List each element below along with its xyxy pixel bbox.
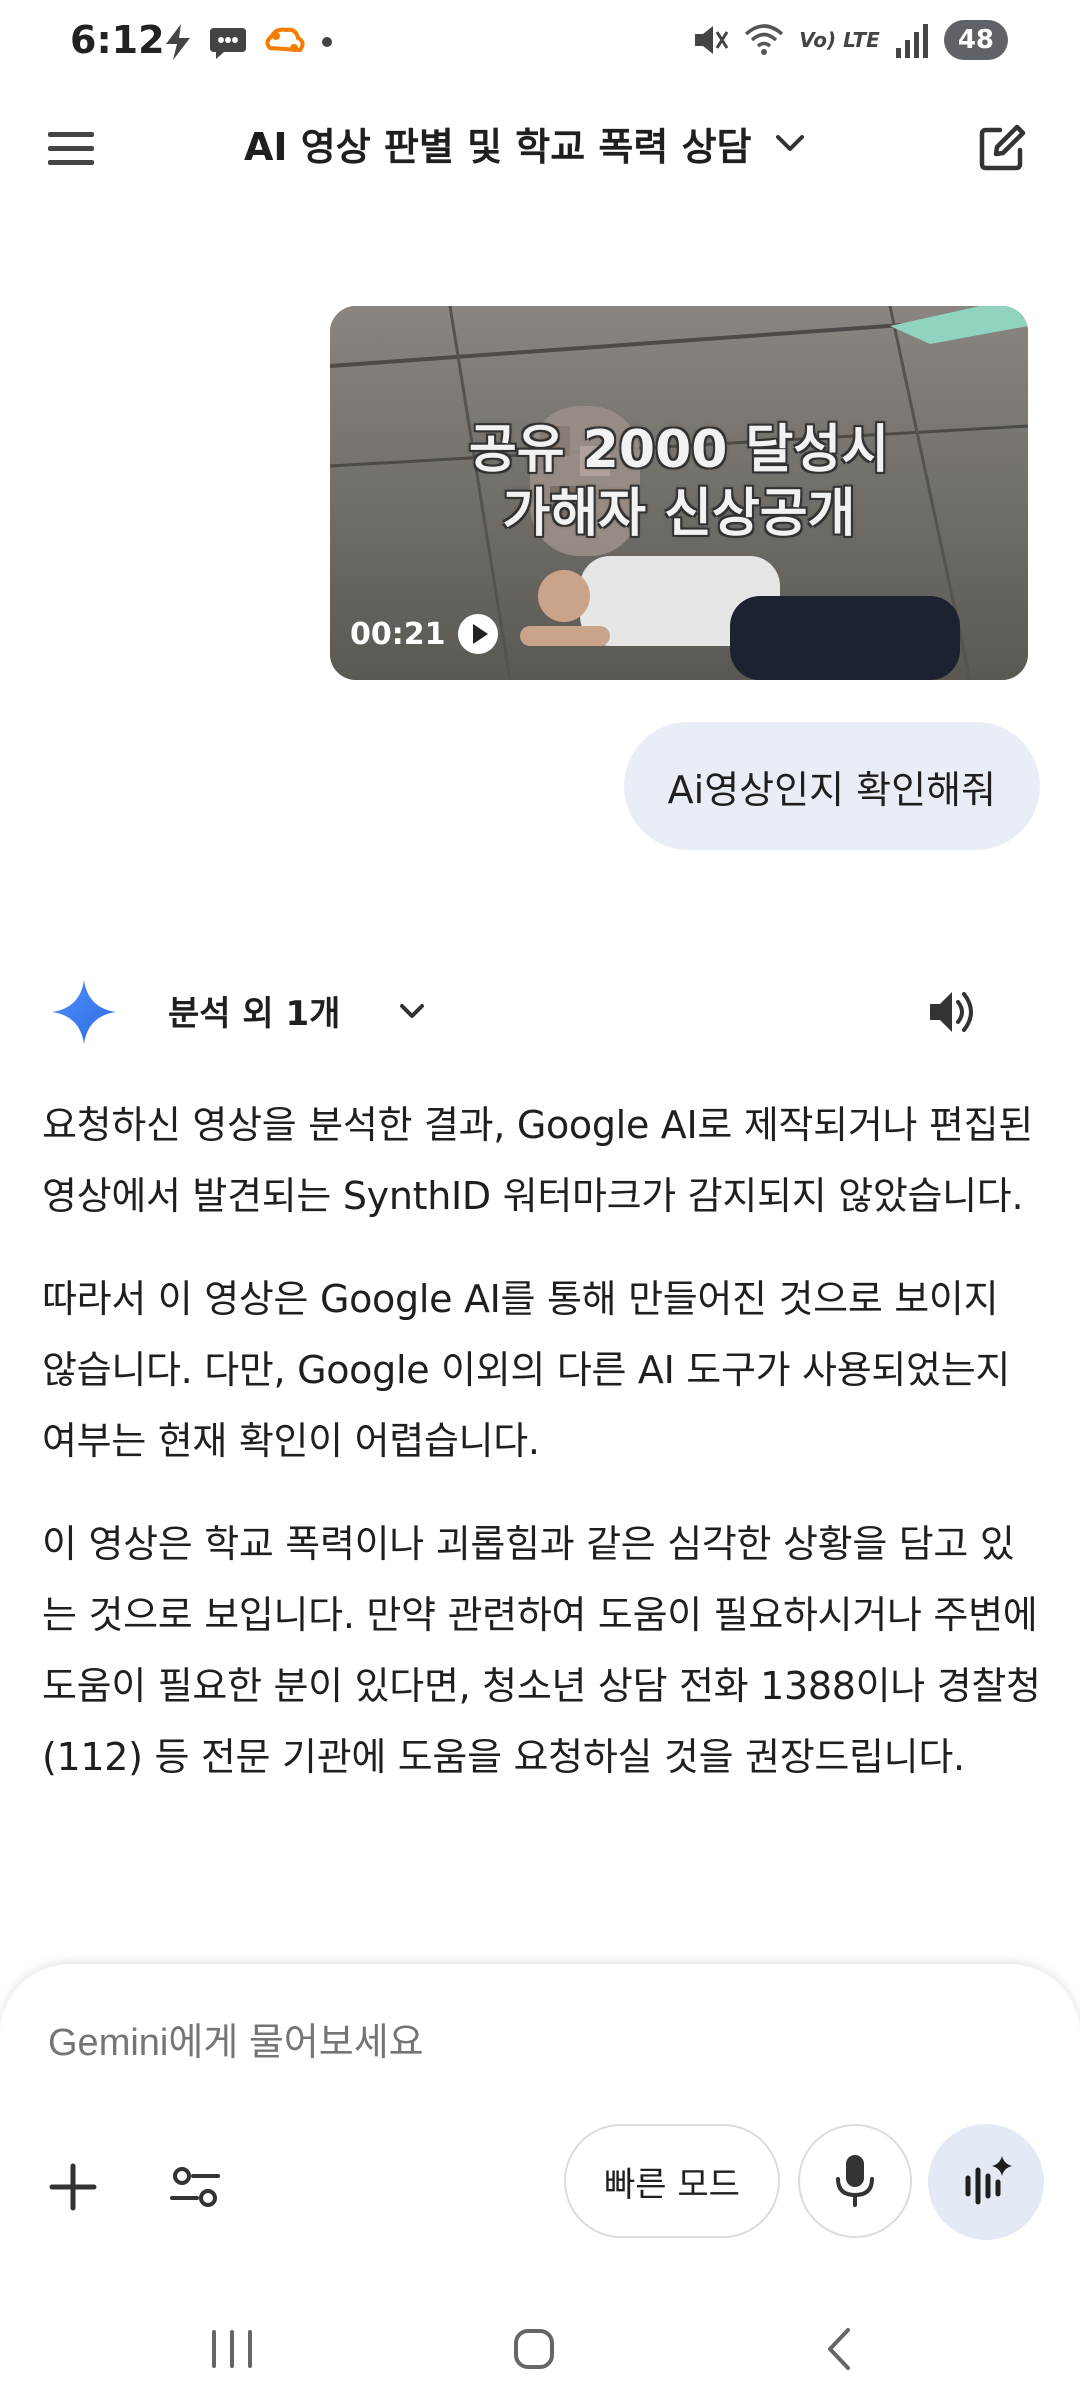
signal-icon	[895, 24, 928, 58]
conversation-title-dropdown[interactable]: AI 영상 판별 및 학교 폭력 상담	[244, 116, 810, 171]
user-message-bubble: Ai영상인지 확인해줘	[623, 722, 1040, 850]
response-paragraph: 따라서 이 영상은 Google AI를 통해 만들어진 것으로 보이지 않습니…	[42, 1277, 1011, 1463]
hamburger-menu-icon	[48, 132, 94, 165]
plus-icon	[49, 2163, 97, 2211]
response-body: 요청하신 영상을 분석한 결과, Google AI로 제작되거나 편집된 영상…	[42, 1090, 1042, 1825]
response-paragraph: 이 영상은 학교 폭력이나 괴롭힘과 같은 심각한 상황을 담고 있는 것으로 …	[42, 1522, 1041, 1779]
dot-icon	[322, 37, 332, 47]
user-message-text: Ai영상인지 확인해줘	[667, 767, 996, 812]
video-duration: 00:21	[350, 616, 446, 652]
hamburger-menu-button[interactable]	[44, 122, 104, 174]
response-header: 분석 외 1개	[0, 966, 1080, 1056]
status-bar: 6:12 Vo) LTE 48	[0, 0, 1080, 92]
lte-icon: Vo) LTE	[799, 28, 880, 52]
microphone-button[interactable]	[798, 2124, 912, 2238]
response-paragraph: 요청하신 영상을 분석한 결과, Google AI로 제작되거나 편집된 영상…	[42, 1103, 1033, 1218]
chevron-down-icon[interactable]	[392, 992, 432, 1032]
fast-mode-button[interactable]: 빠른 모드	[564, 2124, 780, 2238]
gemini-sparkle-icon	[52, 980, 116, 1044]
microphone-icon	[836, 2155, 874, 2207]
video-caption-line1: 공유 2000 달성시	[468, 420, 890, 480]
home-icon	[514, 2329, 554, 2369]
conversation-title: AI 영상 판별 및 학교 폭력 상담	[244, 125, 752, 169]
video-attachment[interactable]: 공유 2000 달성시 가해자 신상공개 00:21	[330, 306, 1028, 680]
prompt-composer: 빠른 모드	[0, 1964, 1080, 2294]
fast-mode-label: 빠른 모드	[604, 2164, 740, 2205]
play-icon[interactable]	[456, 612, 500, 656]
chat-bubble-icon	[210, 28, 246, 59]
prompt-input[interactable]	[48, 2022, 948, 2065]
status-right-icons: Vo) LTE 48	[691, 20, 1008, 60]
top-app-bar: AI 영상 판별 및 학교 폭력 상담	[0, 92, 1080, 202]
speaker-icon	[930, 992, 973, 1032]
status-time: 6:12	[70, 18, 165, 62]
recent-apps-icon	[212, 2330, 252, 2368]
live-waveform-icon	[965, 2156, 1012, 2205]
home-button[interactable]	[494, 2314, 574, 2384]
tools-sliders-icon	[170, 2167, 220, 2207]
video-caption: 공유 2000 달성시 가해자 신상공개	[330, 418, 1028, 546]
new-chat-button[interactable]	[970, 116, 1034, 180]
back-icon	[828, 2328, 850, 2370]
read-aloud-button[interactable]	[924, 984, 980, 1040]
wifi-icon	[745, 24, 784, 55]
add-attachment-button[interactable]	[42, 2156, 104, 2218]
new-chat-edit-icon	[979, 124, 1026, 171]
analysis-label[interactable]: 분석 외 1개	[168, 986, 340, 1035]
bolt-icon	[166, 24, 190, 60]
recent-apps-button[interactable]	[192, 2314, 272, 2384]
mute-icon	[695, 26, 729, 54]
system-nav-bar	[0, 2294, 1080, 2400]
chevron-down-icon	[775, 134, 804, 151]
battery-icon: 48	[943, 20, 1008, 60]
video-caption-line2: 가해자 신상공개	[502, 484, 856, 544]
back-button[interactable]	[800, 2314, 880, 2384]
tools-button[interactable]	[164, 2156, 226, 2218]
cloud-sync-icon	[265, 27, 305, 53]
video-overlay: 00:21	[350, 612, 500, 656]
status-left-icons	[162, 22, 334, 62]
gemini-live-button[interactable]	[928, 2124, 1044, 2240]
